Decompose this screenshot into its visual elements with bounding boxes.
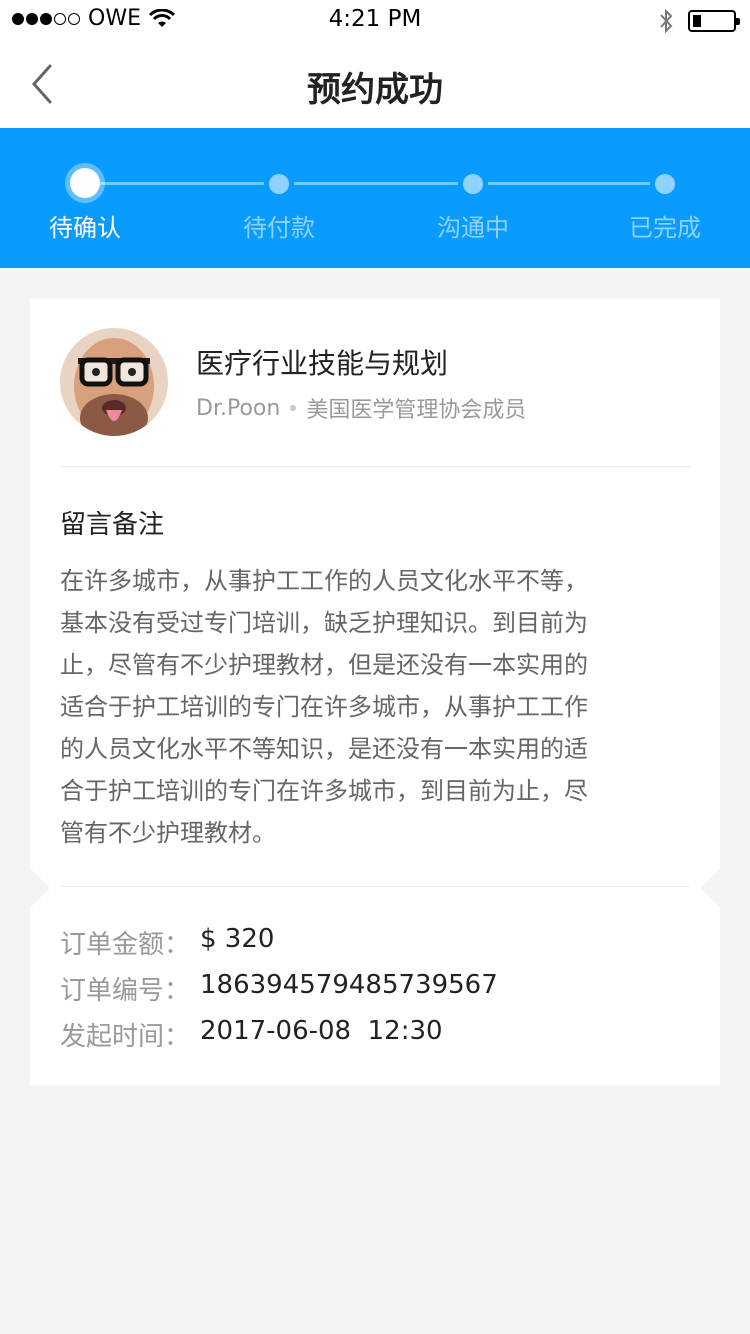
order-amount-label: 订单金额： [60,930,191,960]
nav-bar: 预约成功 [0,40,750,128]
avatar [60,328,168,436]
step-dot-communicating [463,174,483,194]
step-label-pending-payment: 待付款 [243,214,315,242]
note-line: 适合于护工培训的专门在许多城市，从事护工工作 [60,693,588,721]
step-connector [294,182,458,185]
progress-steps: 待确认 待付款 沟通中 已完成 [0,128,750,268]
status-right [658,8,740,34]
order-number-row: 订单编号： 186394579485739567 [60,970,498,1007]
order-amount-row: 订单金额： $ 320 [60,924,274,961]
order-time-label: 发起时间： [60,1022,191,1052]
appointment-card: 医疗行业技能与规划 Dr.Poon 美国医学管理协会成员 留言备注 在许多城市，… [30,298,720,1086]
divider [60,466,690,467]
step-dot-completed [655,174,675,194]
order-number-label: 订单编号： [60,976,191,1006]
step-label-communicating: 沟通中 [437,214,509,242]
step-connector [100,182,264,185]
note-line: 止，尽管有不少护理教材，但是还没有一本实用的 [60,651,588,679]
separator-dot [290,405,297,411]
bluetooth-icon [660,8,673,34]
course-title: 医疗行业技能与规划 [196,347,449,380]
order-time-value: 2017-06-08 12:30 [200,1016,443,1046]
note-line: 管有不少护理教材。 [60,819,276,847]
note-line: 的人员文化水平不等知识，是还没有一本实用的适 [60,735,588,763]
order-number-value: 186394579485739567 [200,970,498,1000]
battery-icon [688,10,740,32]
status-time: 4:21 PM [328,6,422,32]
doctor-info: Dr.Poon 美国医学管理协会成员 [196,392,526,424]
step-label-completed: 已完成 [629,214,701,242]
order-amount-value: $ 320 [200,924,275,954]
step-dot-pending-confirm [70,168,100,198]
divider [60,886,690,887]
note-line: 基本没有受过专门培训，缺乏护理知识。到目前为 [60,609,588,637]
note-heading: 留言备注 [60,510,165,540]
page-title: 预约成功 [307,70,443,110]
doctor-name: Dr.Poon [196,395,281,421]
step-dot-pending-payment [269,174,289,194]
step-label-pending-confirm: 待确认 [49,214,121,242]
step-connector [488,182,650,185]
status-bar: OWE 4:21 PM [0,0,750,40]
doctor-avatar-image [60,328,168,436]
order-time-row: 发起时间： 2017-06-08 12:30 [60,1016,443,1053]
note-text: 在许多城市，从事护工工作的人员文化水平不等， 基本没有受过专门培训，缺乏护理知识… [60,560,690,854]
note-line: 合于护工培训的专门在许多城市，到目前为止，尽 [60,777,588,805]
doctor-affiliation: 美国医学管理协会成员 [306,398,527,423]
note-line: 在许多城市，从事护工工作的人员文化水平不等， [60,567,588,595]
